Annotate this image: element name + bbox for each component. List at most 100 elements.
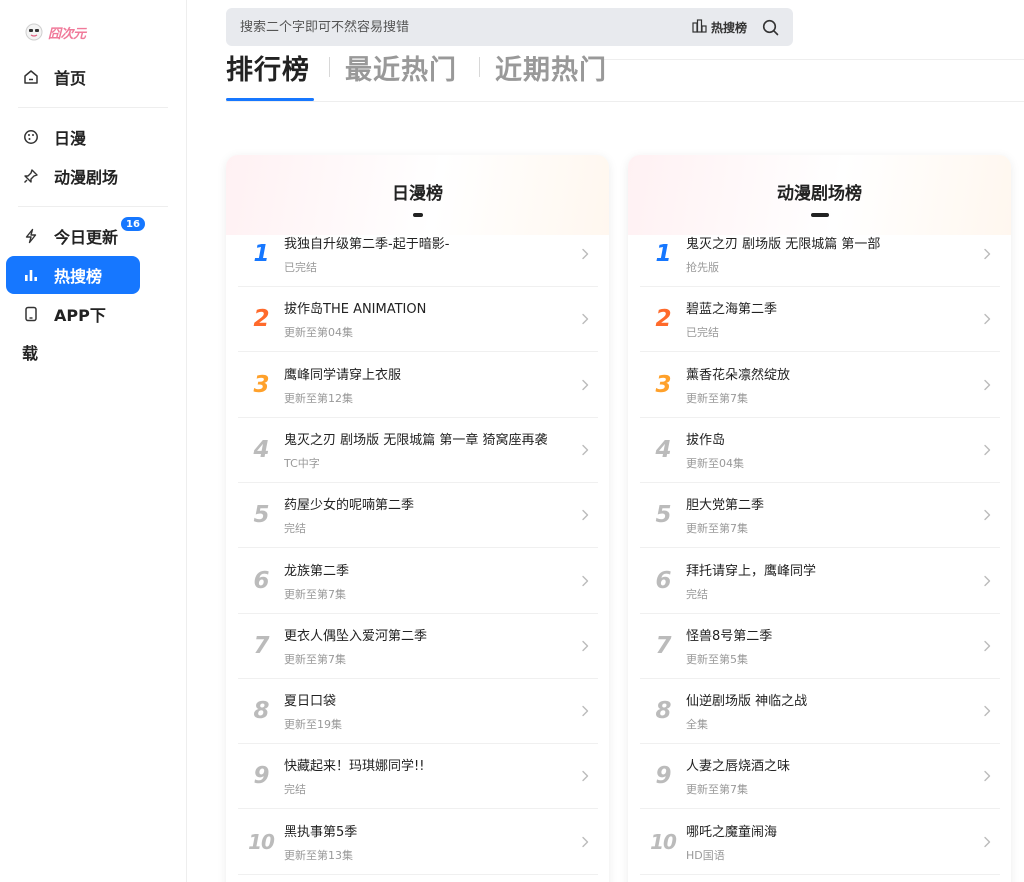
tab-separator: [329, 57, 330, 77]
phone-icon: [22, 305, 40, 323]
search-icon[interactable]: [761, 18, 779, 36]
board-title-indicator: [413, 213, 423, 217]
sidebar-item-label-wrap: 载: [22, 344, 39, 363]
rank-number: 9: [655, 763, 671, 790]
ranking-row[interactable]: 4 拔作岛 更新至04集: [640, 418, 1000, 483]
ranking-row[interactable]: 9 人妻之唇烧酒之味 更新至第7集: [640, 744, 1000, 810]
ranking-row[interactable]: 1 鬼灭之刃 剧场版 无限城篇 第一部 抢先版: [640, 222, 1000, 287]
tab-recent-hot[interactable]: 最近热门: [345, 48, 457, 87]
ranking-row[interactable]: 5 胆大党第二季 更新至第7集: [640, 483, 1000, 549]
anime-title: 鬼灭之刃 剧场版 无限城篇 第一章 猗窝座再袭: [284, 432, 548, 448]
rank-number: 1: [655, 241, 671, 267]
update-count-badge: 16: [120, 216, 146, 232]
chevron-right-icon: [980, 443, 994, 457]
chevron-right-icon: [578, 443, 592, 457]
row-text: 黑执事第5季 更新至第13集: [284, 821, 578, 863]
sidebar-item-japanese-anime[interactable]: 日漫: [6, 118, 140, 156]
chevron-right-icon: [980, 835, 994, 849]
trending-icon: [692, 18, 707, 36]
episode-status: HD国语: [686, 848, 725, 862]
anime-title: 更衣人偶坠入爱河第二季: [284, 628, 428, 644]
ranking-row[interactable]: 3 鹰峰同学请穿上衣服 更新至第12集: [238, 353, 598, 418]
episode-status: 更新至第5集: [686, 652, 748, 666]
rank-number: 5: [253, 502, 269, 529]
ranking-row[interactable]: 2 碧蓝之海第二季 已完结: [640, 287, 1000, 353]
rank-number: 8: [655, 698, 671, 725]
bar-chart-icon: [22, 266, 40, 284]
active-tab-indicator: [226, 98, 314, 101]
ranking-row[interactable]: 7 更衣人偶坠入爱河第二季 更新至第7集: [238, 614, 598, 679]
ranking-row[interactable]: 9 快藏起来！玛琪娜同学!! 完结: [238, 744, 598, 810]
episode-status: 更新至第7集: [686, 783, 748, 797]
episode-status: 更新至19集: [284, 718, 342, 732]
rank-number: 6: [655, 567, 671, 594]
sidebar-item-label: 热搜榜: [54, 267, 103, 286]
episode-status: 更新至第7集: [686, 522, 748, 536]
anime-title: 鹰峰同学请穿上衣服: [284, 367, 402, 383]
row-text: 鹰峰同学请穿上衣服 更新至第12集: [284, 364, 578, 406]
rank-number: 8: [253, 698, 269, 725]
sidebar-item-label: 今日更新: [54, 228, 119, 247]
episode-status: 更新至第12集: [284, 391, 353, 405]
chevron-right-icon: [980, 639, 994, 653]
logo[interactable]: 囧次元: [24, 22, 86, 42]
sidebar-item-hot-search[interactable]: 热搜榜: [6, 256, 140, 294]
row-text: 哪吒之魔童闹海 HD国语: [686, 821, 980, 863]
chevron-right-icon: [980, 574, 994, 588]
sidebar-item-app-download[interactable]: APP下 载: [22, 302, 132, 364]
ranking-row[interactable]: 2 拔作岛THE ANIMATION 更新至第04集: [238, 287, 598, 353]
sidebar-item-anime-theater[interactable]: 动漫剧场: [6, 157, 140, 195]
board-title: 日漫榜: [392, 184, 443, 204]
row-text: 仙逆剧场版 神临之战 全集: [686, 690, 980, 732]
episode-status: 更新至第04集: [284, 326, 353, 340]
rank-number: 2: [655, 306, 671, 333]
row-text: 胆大党第二季 更新至第7集: [686, 494, 980, 536]
row-text: 碧蓝之海第二季 已完结: [686, 298, 980, 340]
ranking-row[interactable]: 8 仙逆剧场版 神临之战 全集: [640, 679, 1000, 745]
anime-title: 碧蓝之海第二季: [686, 302, 778, 318]
rank-number: 10: [248, 829, 275, 854]
anime-title: 黑执事第5季: [284, 824, 358, 840]
row-text: 快藏起来！玛琪娜同学!! 完结: [284, 755, 578, 797]
ranking-row[interactable]: 3 薰香花朵凛然绽放 更新至第7集: [640, 353, 1000, 418]
ranking-row[interactable]: 8 夏日口袋 更新至19集: [238, 679, 598, 745]
ranking-row[interactable]: 6 拜托请穿上，鹰峰同学 完结: [640, 549, 1000, 614]
chevron-right-icon: [980, 704, 994, 718]
chevron-right-icon: [578, 639, 592, 653]
row-text: 夏日口袋 更新至19集: [284, 690, 578, 732]
ranking-row[interactable]: 5 药屋少女的呢喃第二季 完结: [238, 483, 598, 549]
sidebar-item-label: 动漫剧场: [54, 168, 119, 187]
sidebar-item-label: 日漫: [54, 129, 87, 148]
ranking-row[interactable]: 7 怪兽8号第二季 更新至第5集: [640, 614, 1000, 679]
ranking-row[interactable]: 10 哪吒之魔童闹海 HD国语: [640, 810, 1000, 875]
anime-title: 怪兽8号第二季: [686, 628, 773, 644]
row-text: 拔作岛 更新至04集: [686, 429, 980, 471]
episode-status: 更新至第7集: [686, 391, 748, 405]
chevron-right-icon: [578, 835, 592, 849]
sidebar-item-home[interactable]: 首页: [6, 58, 140, 96]
home-icon: [22, 68, 40, 86]
chevron-right-icon: [578, 312, 592, 326]
rank-number: 3: [655, 371, 671, 398]
ranking-row[interactable]: 10 黑执事第5季 更新至第13集: [238, 810, 598, 875]
chevron-right-icon: [578, 704, 592, 718]
tab-ranking[interactable]: 排行榜: [226, 48, 310, 87]
tab-trending-hot[interactable]: 近期热门: [495, 48, 607, 87]
row-text: 鬼灭之刃 剧场版 无限城篇 第一章 猗窝座再袭 TC中字: [284, 429, 578, 471]
search-input[interactable]: [240, 19, 692, 35]
hot-search-link[interactable]: 热搜榜: [692, 18, 747, 36]
ranking-row[interactable]: 1 我独自升级第二季-起于暗影- 已完结: [238, 222, 598, 287]
anime-title: 拜托请穿上，鹰峰同学: [686, 563, 817, 579]
chevron-right-icon: [980, 508, 994, 522]
row-text: 鬼灭之刃 剧场版 无限城篇 第一部 抢先版: [686, 233, 980, 275]
chevron-right-icon: [578, 508, 592, 522]
sidebar-divider: [18, 107, 168, 108]
episode-status: 全集: [686, 718, 708, 732]
chevron-right-icon: [980, 247, 994, 261]
row-text: 药屋少女的呢喃第二季 完结: [284, 494, 578, 536]
row-text: 拔作岛THE ANIMATION 更新至第04集: [284, 298, 578, 340]
board-title: 动漫剧场榜: [777, 184, 862, 204]
rank-number: 10: [650, 829, 677, 854]
ranking-row[interactable]: 4 鬼灭之刃 剧场版 无限城篇 第一章 猗窝座再袭 TC中字: [238, 418, 598, 483]
ranking-row[interactable]: 6 龙族第二季 更新至第7集: [238, 549, 598, 614]
